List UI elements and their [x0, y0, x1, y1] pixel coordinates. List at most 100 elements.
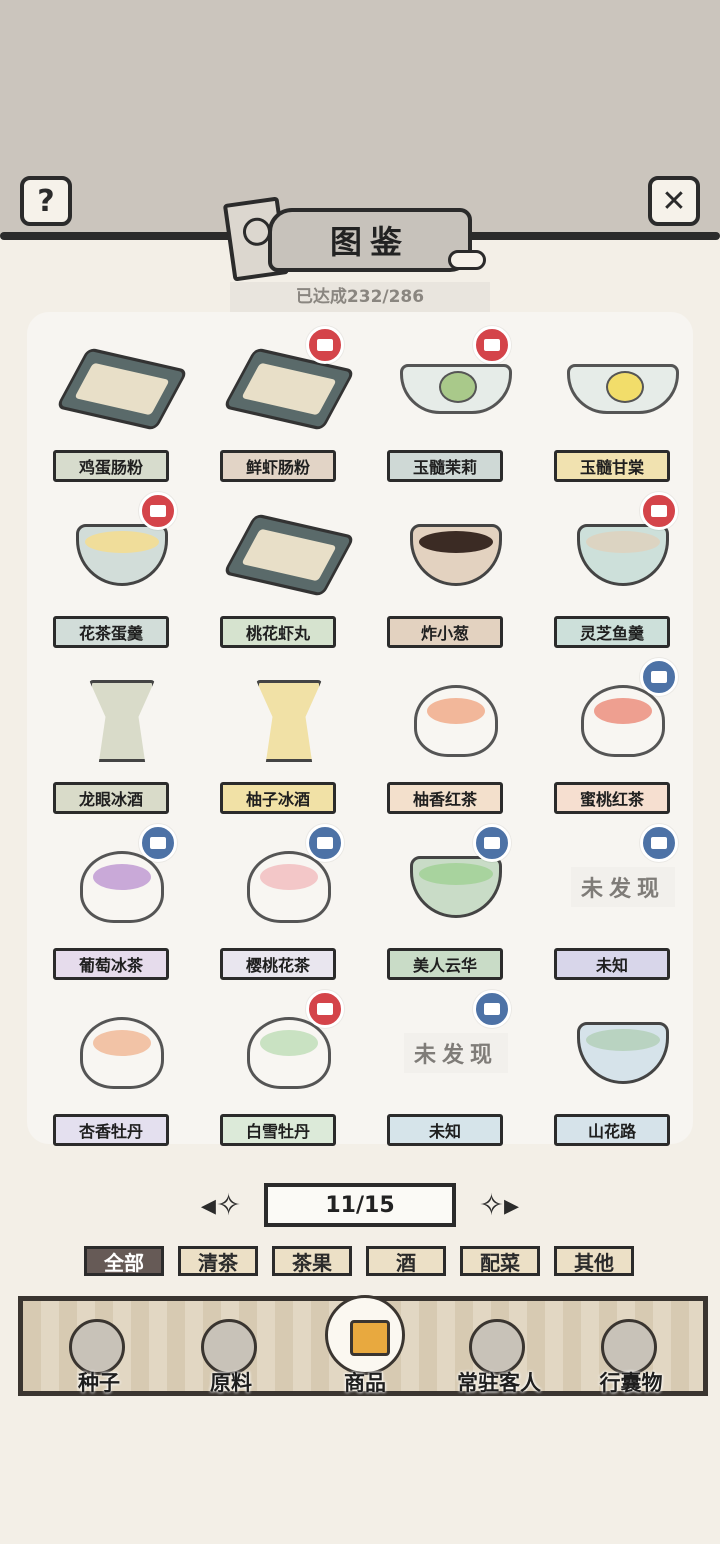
- collection-item[interactable]: 葡萄冰茶: [47, 824, 197, 988]
- new-red-badge-icon: [473, 326, 511, 364]
- item-illustration: [47, 662, 197, 780]
- teacup-icon: [80, 851, 164, 923]
- undiscovered-text: 未发现: [570, 867, 675, 907]
- dumpling-icon: [606, 371, 644, 403]
- item-illustration: [47, 994, 197, 1112]
- filter-tab[interactable]: 清茶: [178, 1246, 258, 1276]
- teacup-icon: [247, 1017, 331, 1089]
- collection-item[interactable]: 美人云华: [381, 824, 531, 988]
- nav-label: 商品: [344, 1371, 386, 1395]
- filter-tab[interactable]: 其他: [554, 1246, 634, 1276]
- page-indicator: 11/15: [264, 1183, 456, 1227]
- item-name: 美人云华: [387, 948, 503, 980]
- tea-icon: [260, 1030, 318, 1056]
- cloud-decoration-icon: [448, 250, 486, 270]
- collection-item[interactable]: 鸡蛋肠粉: [47, 330, 197, 490]
- page-title: 图鉴: [329, 223, 410, 261]
- page-number: 11/15: [325, 1192, 395, 1218]
- item-name: 山花路: [554, 1114, 670, 1146]
- filter-tab[interactable]: 酒: [366, 1246, 446, 1276]
- nav-label: 原料: [210, 1371, 252, 1395]
- filter-tab[interactable]: 全部: [84, 1246, 164, 1276]
- nav-tab[interactable]: 常驻客人: [439, 1301, 559, 1397]
- left-ornament-arrow-icon: ◂✧: [200, 1187, 242, 1223]
- soup-icon: [85, 531, 159, 553]
- soup-icon: [586, 531, 660, 553]
- prev-page-button[interactable]: ◂✧: [186, 1186, 256, 1224]
- nav-tab[interactable]: 原料: [171, 1301, 291, 1397]
- item-name: 白雪牡丹: [220, 1114, 336, 1146]
- collection-item[interactable]: 灵芝鱼羹: [548, 492, 698, 656]
- collection-item[interactable]: 龙眼冰酒: [47, 662, 197, 822]
- new-red-badge-icon: [306, 326, 344, 364]
- collection-item[interactable]: 未发现 未知: [381, 990, 531, 1154]
- item-name: 鲜虾肠粉: [220, 450, 336, 482]
- collection-item[interactable]: 柚香红茶: [381, 662, 531, 822]
- goods-box-icon: [325, 1295, 405, 1375]
- soup-icon: [586, 1029, 660, 1051]
- tea-icon: [260, 864, 318, 890]
- filter-tabs: 全部 清茶 茶果酒配菜 其他: [84, 1246, 640, 1276]
- item-name: 蜜桃红茶: [554, 782, 670, 814]
- item-name: 樱桃花茶: [220, 948, 336, 980]
- blue-badge-icon: [473, 824, 511, 862]
- collection-item[interactable]: 柚子冰酒: [214, 662, 364, 822]
- teacup-icon: [414, 685, 498, 757]
- nav-label: 种子: [78, 1371, 120, 1395]
- title-banner: 图鉴: [268, 208, 472, 272]
- collection-item[interactable]: 炸小葱: [381, 496, 531, 656]
- tea-icon: [93, 864, 151, 890]
- next-page-button[interactable]: ✧▸: [464, 1186, 534, 1224]
- collection-item[interactable]: 山花路: [548, 994, 698, 1154]
- collection-item[interactable]: 蜜桃红茶: [548, 658, 698, 822]
- blue-badge-icon: [473, 990, 511, 1028]
- right-ornament-arrow-icon: ✧▸: [478, 1187, 520, 1223]
- item-name: 柚香红茶: [387, 782, 503, 814]
- top-background: [0, 0, 720, 236]
- dumpling-icon: [439, 371, 477, 403]
- collection-item[interactable]: 白雪牡丹: [214, 990, 364, 1154]
- dish-bowl-icon: [410, 524, 502, 586]
- collection-item[interactable]: 花茶蛋羹: [47, 492, 197, 656]
- dish-bowl-icon: [577, 524, 669, 586]
- new-red-badge-icon: [139, 492, 177, 530]
- blue-badge-icon: [306, 824, 344, 862]
- filter-tab[interactable]: 茶果: [272, 1246, 352, 1276]
- tea-icon: [93, 1030, 151, 1056]
- tea-icon: [594, 698, 652, 724]
- collection-grid: 鸡蛋肠粉 鲜虾肠粉 玉髓茉莉 玉髓甘棠 花茶蛋羹 桃花虾丸 炸小葱 灵芝鱼羹 龙眼冰酒 柚子冰酒 柚…: [27, 312, 693, 1146]
- close-x-icon: ✕: [661, 183, 687, 219]
- item-illustration: [548, 330, 698, 448]
- collection-item[interactable]: 玉髓甘棠: [548, 330, 698, 490]
- nav-label: 行囊物: [599, 1371, 663, 1395]
- close-button[interactable]: ✕: [648, 176, 700, 226]
- nav-tab[interactable]: 商品: [305, 1295, 425, 1397]
- teacup-icon: [80, 1017, 164, 1089]
- dish-plate-icon: [400, 364, 512, 414]
- collection-item[interactable]: 玉髓茉莉: [381, 326, 531, 490]
- collection-item[interactable]: 杏香牡丹: [47, 994, 197, 1154]
- item-name: 炸小葱: [387, 616, 503, 648]
- dish-bowl-icon: [410, 856, 502, 918]
- dish-plate-icon: [567, 364, 679, 414]
- collection-item[interactable]: 桃花虾丸: [214, 496, 364, 656]
- item-illustration: [214, 662, 364, 780]
- help-button[interactable]: ?: [20, 176, 72, 226]
- new-red-badge-icon: [640, 492, 678, 530]
- wine-vessel-icon: [89, 680, 155, 762]
- collection-item[interactable]: 未发现 未知: [548, 824, 698, 988]
- collection-item[interactable]: 鲜虾肠粉: [214, 326, 364, 490]
- dish-bowl-icon: [577, 1022, 669, 1084]
- item-name: 桃花虾丸: [220, 616, 336, 648]
- dish-tray-icon: [55, 347, 189, 431]
- soup-icon: [419, 863, 493, 885]
- collection-item[interactable]: 樱桃花茶: [214, 824, 364, 988]
- item-illustration: [381, 496, 531, 614]
- nav-tab[interactable]: 种子: [39, 1301, 159, 1397]
- dish-tray-icon: [222, 513, 356, 597]
- teacup-icon: [247, 851, 331, 923]
- filter-tab[interactable]: 配菜: [460, 1246, 540, 1276]
- blue-badge-icon: [640, 658, 678, 696]
- wine-vessel-icon: [256, 680, 322, 762]
- nav-tab[interactable]: 行囊物: [571, 1301, 691, 1397]
